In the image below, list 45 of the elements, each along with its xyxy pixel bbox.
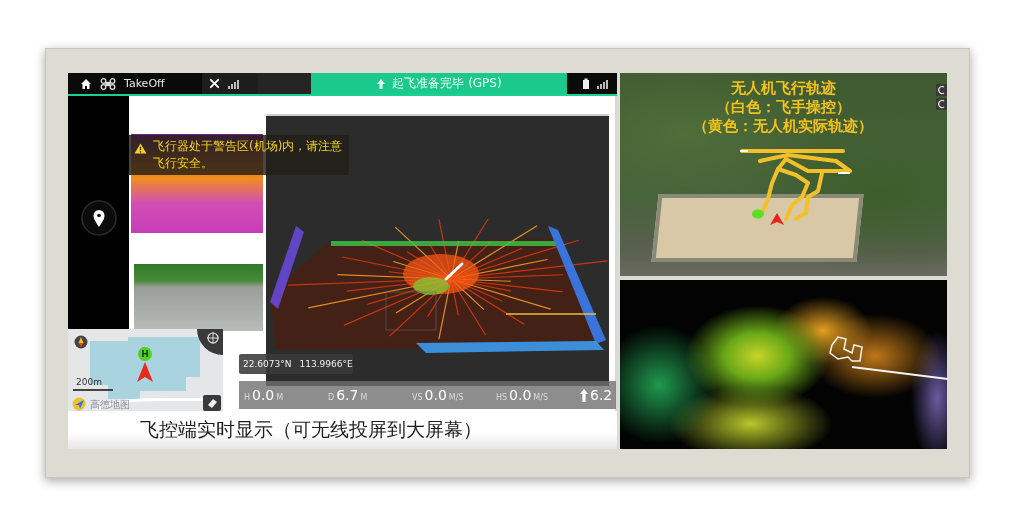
- marker-dot-icon: [751, 209, 764, 219]
- telemetry-unit: M/S: [448, 393, 464, 402]
- caption-text: 飞控端实时显示（可无线投屏到大屏幕）: [140, 417, 482, 443]
- telemetry-value: 0.0: [509, 387, 532, 403]
- takeoff-arrow-icon: [376, 77, 387, 90]
- compass-icon[interactable]: [74, 335, 88, 349]
- status-message: 起飞准备完毕 (GPS): [392, 75, 502, 92]
- telemetry-unit: M: [360, 393, 368, 402]
- map-view[interactable]: H 200m 高德地图: [68, 329, 223, 412]
- legend-text: （黄色：无人机实际轨迹）: [693, 117, 874, 136]
- legend-text: （白色：飞手操控）: [715, 98, 851, 117]
- legend-text: 无人机飞行轨迹: [730, 79, 836, 98]
- aircraft-arrow-icon: [769, 213, 784, 225]
- telemetry-label: HS: [496, 393, 508, 402]
- arc-icon[interactable]: [936, 98, 947, 110]
- scale-bar: [73, 389, 113, 391]
- map-scale-label: 200m: [76, 377, 102, 387]
- warning-text: 飞行器处于警告区(机场)内，请注意飞行安全。: [153, 138, 344, 172]
- navigation-arrow-icon: [72, 397, 86, 411]
- telemetry-label: VS: [412, 393, 423, 402]
- telemetry-value: 6.2: [590, 387, 613, 403]
- telemetry-value: 0.0: [252, 387, 275, 403]
- arc-icon[interactable]: [936, 84, 947, 96]
- signal-bars-icon: [228, 78, 240, 89]
- eraser-icon[interactable]: [203, 395, 221, 411]
- aircraft-arrow-icon: [137, 362, 153, 382]
- telemetry-unit: M: [276, 393, 284, 402]
- target-icon[interactable]: [197, 329, 223, 355]
- drone-icon: [100, 77, 116, 90]
- coordinate-text: 113.9966°E: [299, 359, 353, 369]
- up-arrow-icon: [580, 388, 588, 402]
- map-provider-label: 高德地图: [90, 398, 130, 412]
- location-pin-icon[interactable]: [80, 200, 117, 236]
- home-icon[interactable]: [80, 77, 92, 90]
- telemetry-value: 0.0: [424, 387, 447, 403]
- crossed-tools-icon[interactable]: [209, 78, 220, 89]
- telemetry-label: D: [328, 393, 335, 402]
- telemetry-unit: M/S: [533, 393, 549, 402]
- coordinate-text: 22.6073°N: [243, 359, 292, 369]
- warning-icon: [134, 143, 147, 154]
- flight-mode-label: TakeOff: [124, 77, 165, 90]
- telemetry-label: H: [244, 393, 250, 402]
- signal-bars-icon: [597, 78, 609, 89]
- telemetry-value: 6.7: [336, 387, 359, 403]
- battery-icon: [581, 77, 591, 90]
